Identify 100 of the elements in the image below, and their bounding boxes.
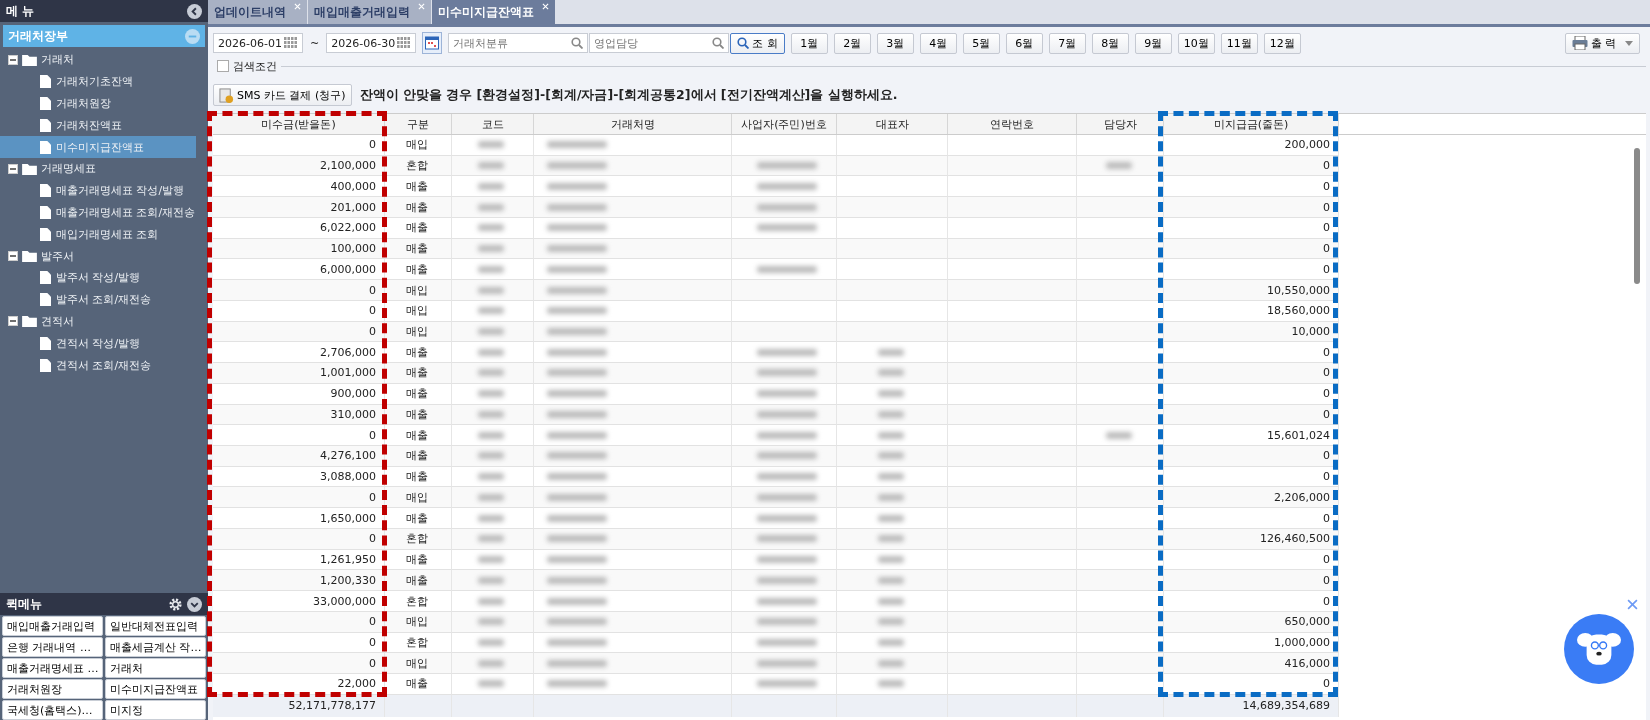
quick-menu-button[interactable]: 국세청(홈택스)…: [2, 700, 103, 720]
tree-item[interactable]: 거래처원장: [0, 92, 196, 115]
blurred-text: [756, 410, 817, 418]
card-coin-icon: [219, 87, 234, 103]
month-button[interactable]: 4월: [919, 32, 957, 54]
close-icon[interactable]: [1627, 599, 1638, 610]
blurred-text: [756, 659, 817, 667]
month-button[interactable]: 5월: [962, 32, 1000, 54]
blurred-text: [756, 203, 817, 211]
tab[interactable]: 업데이트내역: [208, 0, 307, 24]
blurred-text: [877, 680, 904, 688]
settings-icon[interactable]: [168, 596, 183, 612]
blurred-text: [1105, 162, 1132, 170]
blurred-text: [547, 576, 607, 584]
month-button[interactable]: 12월: [1263, 32, 1301, 54]
tree-folder[interactable]: 거래명세표: [41, 161, 96, 177]
blurred-text: [756, 639, 817, 646]
tree-item[interactable]: 거래처기초잔액: [0, 70, 196, 93]
blurred-text: [478, 680, 504, 688]
quick-menu-button[interactable]: 매입매출거래입력: [2, 616, 103, 636]
month-button[interactable]: 11월: [1220, 32, 1258, 54]
expander-icon[interactable]: [8, 316, 18, 327]
table-cell: 0: [1164, 363, 1339, 384]
tree-item-label: 거래처원장: [56, 96, 111, 111]
month-button[interactable]: 2월: [833, 32, 871, 54]
tree-item[interactable]: 견적서 작성/발행: [0, 332, 196, 355]
table-cell: 0: [213, 135, 385, 156]
document-icon: [40, 227, 51, 241]
tree-item-label: 견적서 작성/발행: [56, 335, 141, 351]
tree-item[interactable]: 매입거래명세표 조회: [0, 223, 196, 246]
tree-item[interactable]: 발주서 조회/재전송: [0, 288, 196, 311]
search-button[interactable]: 조 회: [730, 32, 785, 54]
document-icon: [40, 358, 51, 372]
tree-item-label: 거래처잔액표: [56, 117, 122, 133]
tree-item[interactable]: 매출거래명세표 작성/발행: [0, 179, 196, 202]
folder-icon: [22, 250, 37, 263]
table-cell: 3,088,000: [213, 466, 385, 488]
sales-rep-field[interactable]: 영업담당: [589, 33, 730, 53]
month-button[interactable]: 6월: [1005, 32, 1043, 54]
month-button[interactable]: 1월: [790, 32, 828, 54]
blurred-text: [547, 452, 607, 460]
calendar-grid-icon[interactable]: [284, 37, 298, 49]
month-button[interactable]: 10월: [1177, 32, 1215, 54]
tree-item-label: 발주서 작성/발행: [56, 270, 141, 286]
checkbox[interactable]: [217, 60, 229, 72]
tree-folder[interactable]: 발주서: [41, 248, 74, 264]
table-cell: 1,001,000: [213, 363, 385, 384]
table-cell: 0: [1164, 197, 1339, 218]
tab[interactable]: 매입매출거래입력: [308, 0, 431, 24]
table-cell: 0: [1164, 570, 1339, 592]
calendar-button[interactable]: [422, 32, 443, 54]
tree-folder[interactable]: 거래처: [41, 52, 74, 68]
range-separator: ~: [309, 36, 321, 50]
print-button[interactable]: 출 력: [1564, 32, 1640, 54]
tree-item[interactable]: 매출거래명세표 조회/재전송: [0, 201, 196, 224]
client-group-field[interactable]: 거래처분류: [448, 33, 589, 53]
blurred-text: [478, 514, 504, 522]
tree-folder[interactable]: 견적서: [41, 313, 74, 329]
month-button[interactable]: 8월: [1091, 32, 1129, 54]
blurred-text: [478, 576, 504, 584]
date-field[interactable]: 2026-06-30: [326, 33, 417, 53]
column-header: 대표자: [837, 114, 948, 134]
month-button[interactable]: 9월: [1134, 32, 1172, 54]
tree-item[interactable]: 견적서 조회/재전송: [0, 354, 196, 376]
sms-payment-button[interactable]: SMS 카드 결제 (청구): [213, 84, 352, 106]
table-cell: 100,000: [213, 238, 385, 260]
tab[interactable]: 미수미지급잔액표: [432, 0, 555, 24]
quick-menu-button[interactable]: 거래처: [105, 658, 206, 678]
quick-menu-button[interactable]: 은행 거래내역 …: [2, 637, 103, 657]
blurred-text: [478, 597, 504, 605]
expander-icon[interactable]: [8, 54, 18, 65]
tree-item-label: 매출거래명세표 작성/발행: [56, 183, 185, 199]
blurred-text: [547, 162, 607, 170]
chevron-down-icon[interactable]: [187, 596, 202, 612]
blurred-text: [478, 203, 504, 211]
month-button[interactable]: 3월: [876, 32, 914, 54]
expander-icon[interactable]: [8, 251, 18, 262]
tree-item[interactable]: 발주서 작성/발행: [0, 266, 196, 289]
blurred-text: [547, 556, 607, 564]
quick-menu-button[interactable]: 일반대체전표입력: [105, 616, 206, 636]
blurred-text: [756, 348, 817, 356]
quick-menu-button[interactable]: 미지정: [105, 700, 206, 720]
quick-menu-button[interactable]: 거래처원장: [2, 679, 103, 699]
blurred-text: [478, 245, 504, 253]
calendar-grid-icon[interactable]: [397, 37, 412, 49]
quick-menu-button[interactable]: 매출세금계산 작…: [105, 637, 206, 657]
expander-icon[interactable]: [8, 163, 18, 174]
blurred-text: [756, 369, 817, 377]
quick-menu-button[interactable]: 매출거래명세표 …: [2, 658, 103, 678]
month-button[interactable]: 7월: [1048, 32, 1086, 54]
date-field[interactable]: 2026-06-01: [213, 33, 303, 53]
tree-item[interactable]: 거래처잔액표: [0, 114, 196, 137]
scrollbar-thumb[interactable]: [1634, 148, 1640, 284]
quick-menu-button[interactable]: 미수미지급잔액표: [105, 679, 206, 699]
menu-title: 메 뉴: [6, 2, 35, 20]
blurred-text: [756, 514, 817, 522]
blurred-text: [877, 659, 904, 667]
collapse-icon[interactable]: [187, 3, 202, 19]
blurred-text: [877, 597, 904, 605]
blurred-text: [478, 618, 504, 626]
